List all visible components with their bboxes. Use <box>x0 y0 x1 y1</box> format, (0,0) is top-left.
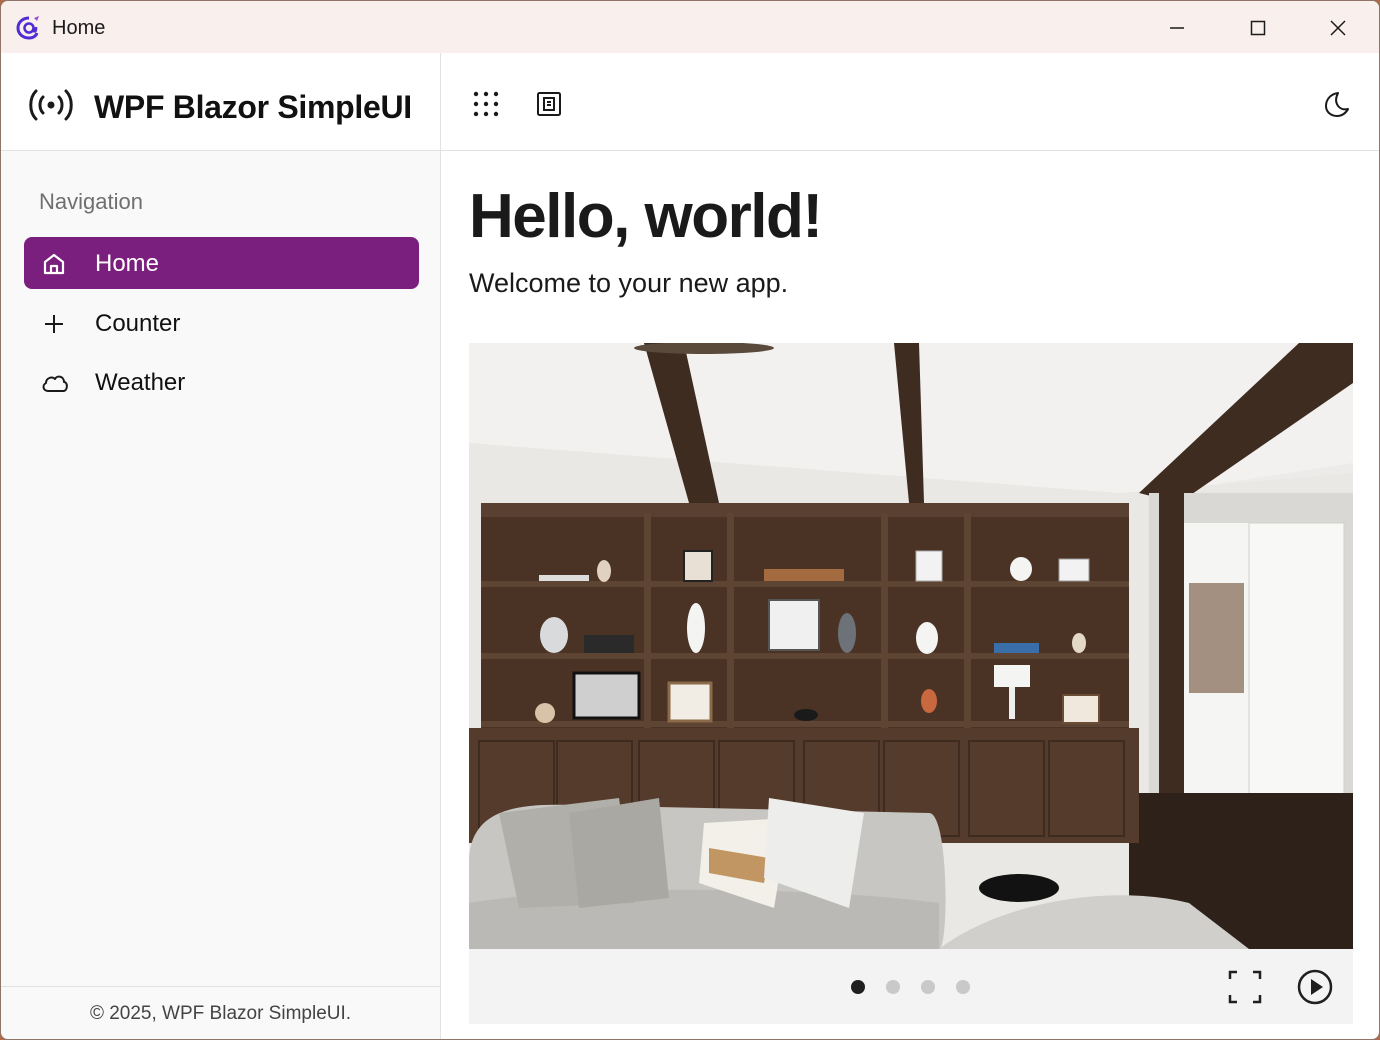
close-button[interactable] <box>1316 9 1360 47</box>
fullscreen-button[interactable] <box>1225 967 1265 1007</box>
play-button[interactable] <box>1295 967 1335 1007</box>
sidebar: WPF Blazor SimpleUI Navigation Home Coun… <box>1 53 441 1039</box>
carousel-controls <box>469 949 1353 1024</box>
cloud-icon <box>40 369 68 397</box>
plus-icon <box>40 310 68 338</box>
brand-title[interactable]: WPF Blazor SimpleUI <box>94 89 412 126</box>
play-icon <box>1297 969 1333 1005</box>
sidebar-item-label: Home <box>95 250 160 277</box>
maximize-button[interactable] <box>1236 9 1280 47</box>
nav-heading: Navigation <box>39 189 143 214</box>
panel-toggle-icon <box>537 92 561 116</box>
carousel-indicator-2[interactable] <box>886 980 900 994</box>
close-icon <box>1330 20 1346 36</box>
broadcast-icon <box>27 87 75 123</box>
home-icon <box>40 250 68 278</box>
page-subtitle: Welcome to your new app. <box>469 268 789 298</box>
sidebar-item-home[interactable]: Home <box>24 237 419 289</box>
apps-grid-button[interactable] <box>471 89 501 119</box>
sidebar-item-label: Counter <box>95 310 181 337</box>
sidebar-item-counter[interactable]: Counter <box>24 297 419 349</box>
window-title: Home <box>52 17 106 39</box>
panel-toggle-button[interactable] <box>534 89 564 119</box>
brand-header: WPF Blazor SimpleUI <box>1 53 440 151</box>
carousel-slide-image[interactable] <box>469 343 1353 949</box>
sidebar-footer: © 2025, WPF Blazor SimpleUI. <box>1 986 440 1039</box>
carousel-indicator-3[interactable] <box>921 980 935 994</box>
living-room-photo <box>469 343 1353 949</box>
maximize-icon <box>1250 20 1266 36</box>
page-title: Hello, world! <box>469 182 823 251</box>
app-window: Home WPF Blazor SimpleUI Navigation Home… <box>0 0 1380 1040</box>
minimize-icon <box>1170 27 1184 29</box>
dark-mode-toggle[interactable] <box>1321 89 1351 119</box>
sidebar-item-label: Weather <box>95 369 186 396</box>
carousel-indicator-4[interactable] <box>956 980 970 994</box>
image-carousel <box>469 343 1353 1024</box>
carousel-indicator-1[interactable] <box>851 980 865 994</box>
minimize-button[interactable] <box>1155 9 1199 47</box>
sidebar-item-weather[interactable]: Weather <box>24 356 419 408</box>
dark-mode-moon-icon <box>1325 92 1349 117</box>
top-bar <box>441 53 1379 151</box>
apps-grid-icon <box>473 91 499 117</box>
title-bar: Home <box>1 1 1379 53</box>
blazor-app-icon <box>15 15 43 41</box>
fullscreen-icon <box>1228 970 1262 1004</box>
